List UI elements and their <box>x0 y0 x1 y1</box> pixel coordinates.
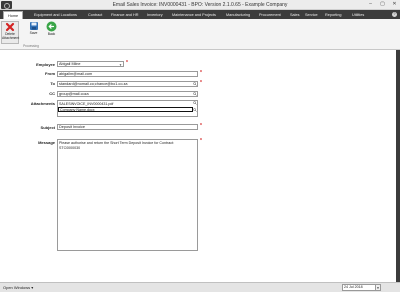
status-bar: Open Windows ▾ 24 Jul 2018 ▼ <box>0 282 400 292</box>
to-label: To <box>50 81 55 86</box>
attachment-item[interactable]: SALESINVOICE_INV0000431.pdf <box>59 102 113 106</box>
delete-attachment-button[interactable]: Delete Attachment <box>1 21 19 44</box>
save-button[interactable]: Save <box>25 21 42 44</box>
right-edge <box>396 50 400 282</box>
help-icon[interactable]: ? <box>392 12 397 17</box>
chevron-down-icon: ▼ <box>119 63 122 67</box>
employee-select[interactable]: Abigail Milne ▼ <box>57 61 124 67</box>
tab-service[interactable]: Service <box>305 11 318 19</box>
delete-icon <box>5 22 15 32</box>
search-icon[interactable] <box>193 101 197 105</box>
tab-procurement[interactable]: Procurement <box>259 11 281 19</box>
back-icon <box>46 21 57 32</box>
close-button[interactable]: ✕ <box>391 1 398 8</box>
from-field[interactable]: abigailm@mail.com <box>57 71 198 77</box>
date-field[interactable]: 24 Jul 2018 <box>342 284 376 291</box>
required-marker: * <box>200 70 202 76</box>
attachment-item-selected[interactable]: Company Name.docx <box>58 107 193 112</box>
tab-equipment-and-locations[interactable]: Equipment and Locations <box>34 11 77 19</box>
search-icon[interactable] <box>193 82 197 86</box>
message-label: Message <box>38 140 55 145</box>
save-icon <box>29 22 38 30</box>
open-windows-menu[interactable]: Open Windows ▾ <box>3 285 33 290</box>
tab-reporting[interactable]: Reporting <box>325 11 341 19</box>
processing-group-label: Processing <box>23 44 39 48</box>
message-textarea[interactable]: Please authorise and return the Short Te… <box>57 139 198 251</box>
calendar-dropdown-icon[interactable]: ▼ <box>376 284 381 291</box>
subject-label: Subject <box>40 125 55 130</box>
employee-value: Abigail Milne <box>59 62 81 66</box>
to-field[interactable]: standard@nomail.co;chance@bo1.co.za <box>57 81 198 87</box>
maximize-button[interactable]: ▢ <box>379 1 386 8</box>
cc-field[interactable]: group@mail.coza <box>57 91 198 97</box>
tab-maintenance-and-projects[interactable]: Maintenance and Projects <box>172 11 216 19</box>
back-label: Back <box>47 32 56 36</box>
subject-field[interactable]: Deposit Invoice <box>57 124 198 130</box>
search-icon[interactable] <box>193 92 197 96</box>
back-button[interactable]: Back <box>43 21 60 44</box>
save-label: Save <box>29 31 38 35</box>
employee-label: Employee <box>36 62 55 67</box>
cc-label: CC <box>49 91 55 96</box>
tab-sales[interactable]: Sales <box>290 11 300 19</box>
tab-home[interactable]: Home <box>3 11 24 19</box>
tab-contract[interactable]: Contract <box>88 11 102 19</box>
window-controls: – ▢ ✕ <box>367 1 398 8</box>
required-marker: * <box>126 60 128 66</box>
from-label: From <box>45 71 55 76</box>
minimize-button[interactable]: – <box>367 1 374 8</box>
ribbon-panel: Delete Attachment Save Back Processing <box>0 19 400 50</box>
window-title: Email Sales Invoice: INV0000431 - BPO: V… <box>112 2 288 8</box>
tab-inventory[interactable]: Inventory <box>147 11 163 19</box>
email-form: Employee Abigail Milne ▼ * From abigailm… <box>0 50 400 282</box>
tab-utilities[interactable]: Utilities <box>352 11 364 19</box>
required-marker: * <box>200 80 202 86</box>
attachments-list: SALESINVOICE_INV0000431.pdf Company Name… <box>57 100 198 117</box>
required-marker: * <box>200 138 202 144</box>
search-icon[interactable] <box>193 108 197 112</box>
ribbon-tabs: Home Equipment and Locations Contract Fi… <box>0 10 400 19</box>
tab-finance-and-hr[interactable]: Finance and HR <box>111 11 138 19</box>
required-marker: * <box>200 123 202 129</box>
attachments-label: Attachments <box>30 101 55 106</box>
tab-manufacturing[interactable]: Manufacturing <box>226 11 250 19</box>
delete-attachment-label: Delete Attachment <box>2 32 20 40</box>
title-bar: Email Sales Invoice: INV0000431 - BPO: V… <box>0 0 400 10</box>
